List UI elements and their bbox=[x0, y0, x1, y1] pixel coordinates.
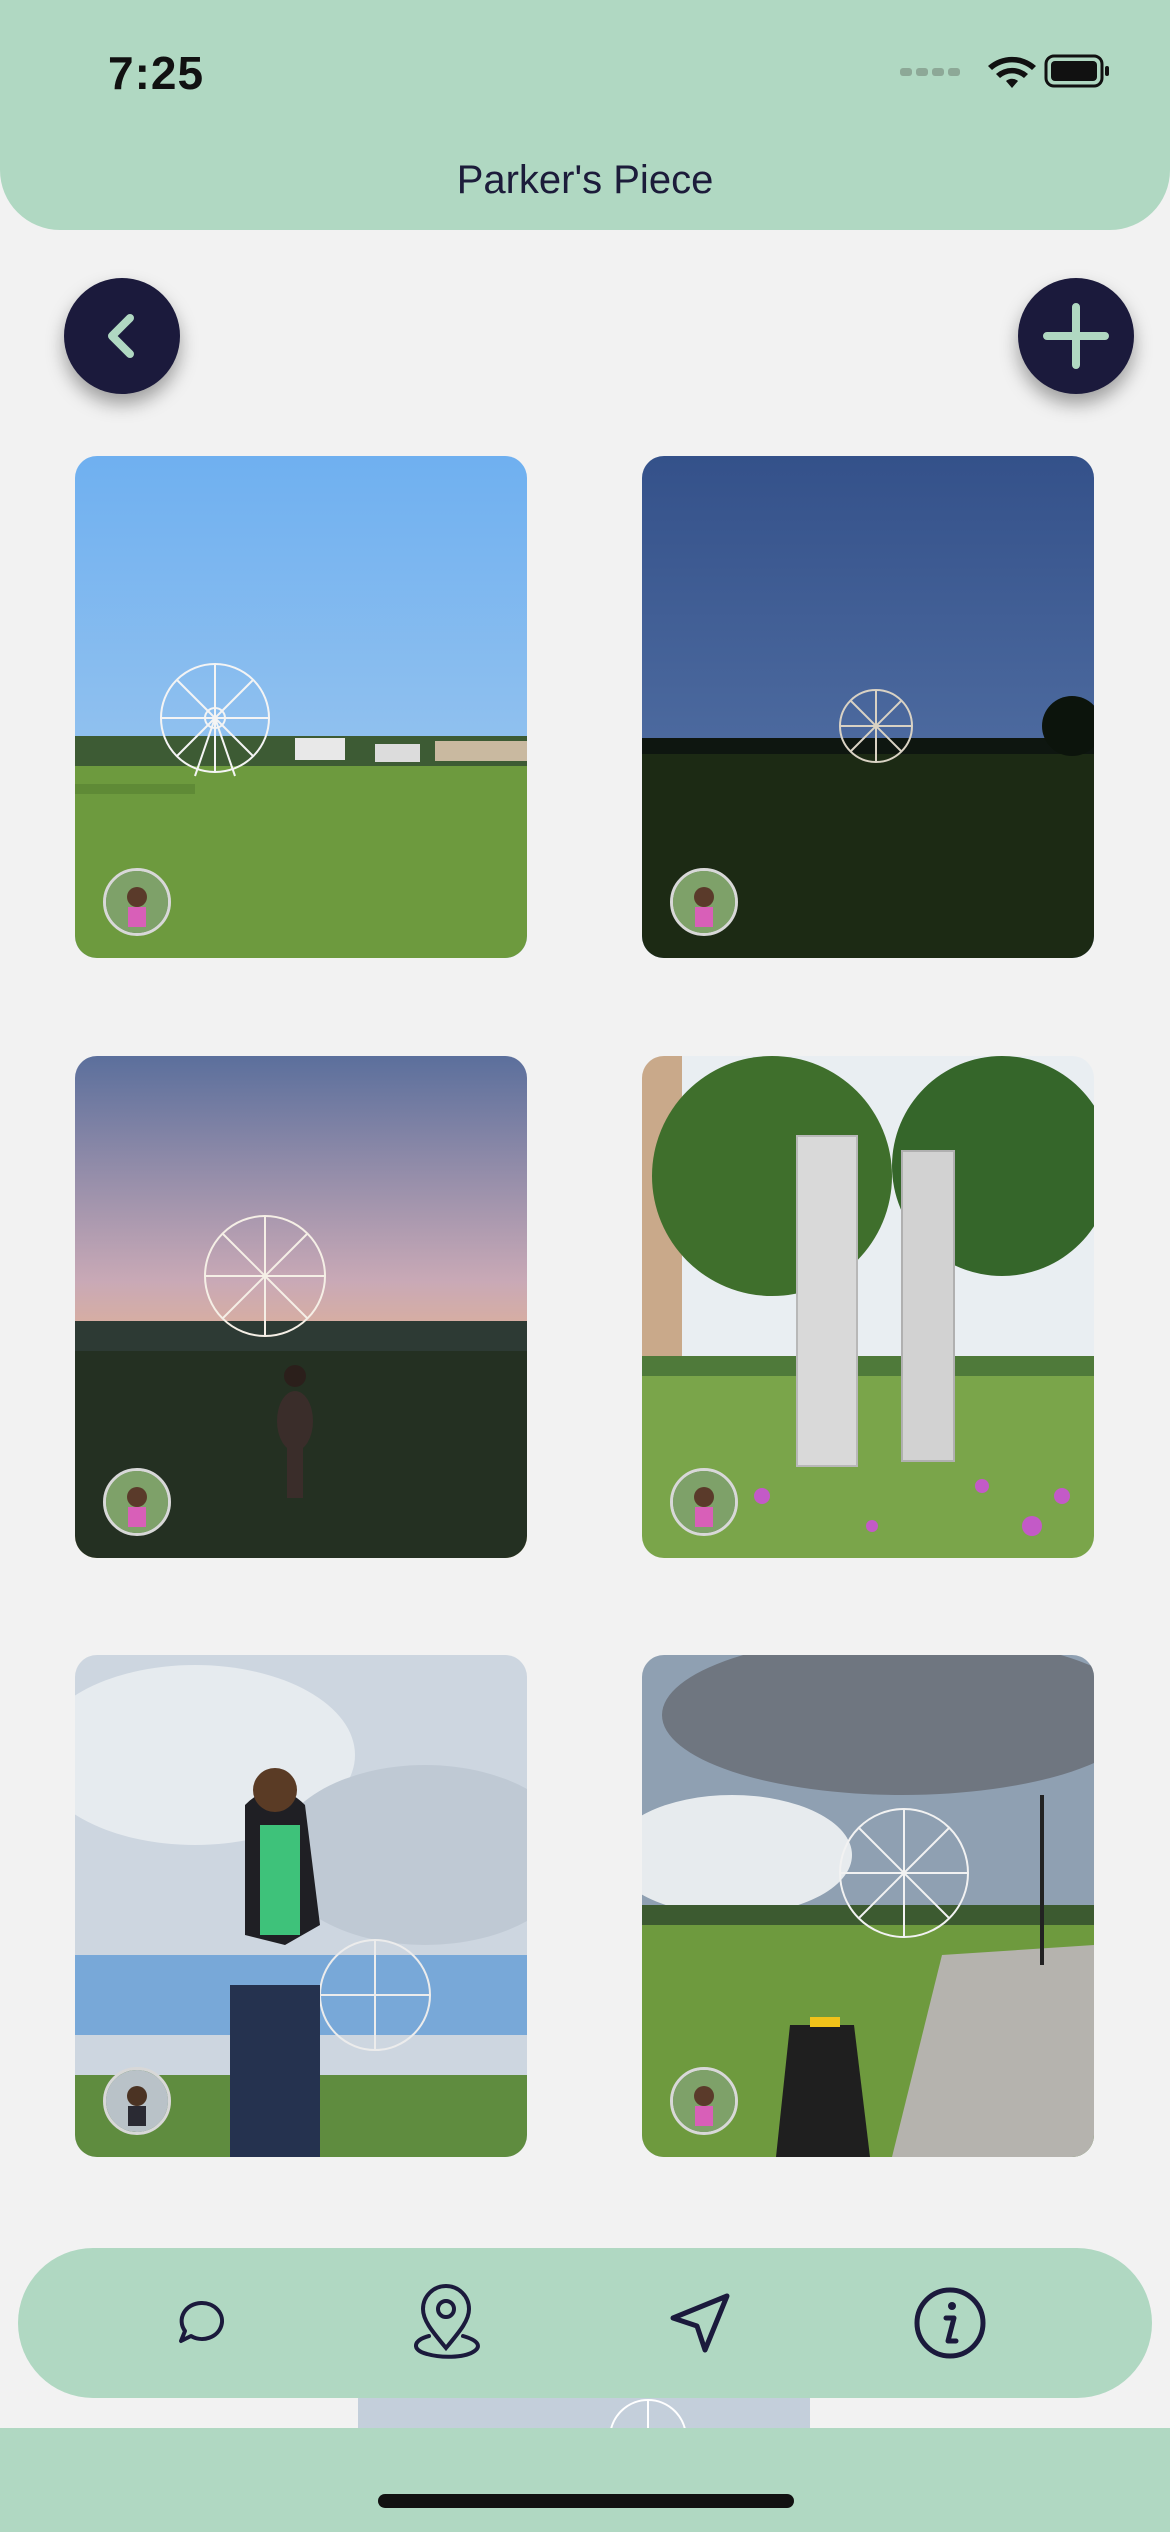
photo-card-peek[interactable] bbox=[358, 2398, 810, 2430]
status-time: 7:25 bbox=[108, 47, 205, 99]
add-photo-button[interactable] bbox=[1018, 278, 1134, 394]
status-icons bbox=[900, 54, 1109, 88]
navigation-arrow-icon bbox=[670, 2293, 730, 2353]
tab-bar bbox=[18, 2248, 1152, 2398]
user-avatar[interactable] bbox=[670, 868, 738, 936]
wifi-icon bbox=[988, 56, 1036, 88]
tab-chat[interactable] bbox=[151, 2273, 251, 2373]
home-indicator[interactable] bbox=[378, 2494, 794, 2508]
chat-bubble-icon bbox=[179, 2300, 225, 2343]
plus-icon bbox=[1043, 303, 1109, 369]
photo-card[interactable] bbox=[642, 1056, 1094, 1558]
bottom-safe-area bbox=[0, 2428, 1170, 2532]
photo-card[interactable] bbox=[642, 456, 1094, 958]
battery-icon bbox=[1044, 54, 1109, 88]
tab-info[interactable] bbox=[900, 2273, 1000, 2373]
tab-map[interactable] bbox=[396, 2273, 496, 2373]
photo-card[interactable] bbox=[75, 1655, 527, 2157]
user-avatar[interactable] bbox=[103, 2067, 171, 2135]
back-button[interactable] bbox=[64, 278, 180, 394]
header: 7:25 Parker's Piece bbox=[0, 0, 1170, 230]
photo-peek bbox=[358, 2398, 810, 2430]
user-avatar[interactable] bbox=[670, 2067, 738, 2135]
page-title: Parker's Piece bbox=[456, 158, 714, 202]
cellular-signal-icon bbox=[900, 68, 960, 76]
chevron-left-icon bbox=[108, 314, 134, 358]
tab-navigate[interactable] bbox=[650, 2273, 750, 2373]
info-icon bbox=[914, 2287, 986, 2359]
user-avatar[interactable] bbox=[103, 868, 171, 936]
photo-card[interactable] bbox=[642, 1655, 1094, 2157]
photo-card[interactable] bbox=[75, 1056, 527, 1558]
user-avatar[interactable] bbox=[103, 1468, 171, 1536]
user-avatar[interactable] bbox=[670, 1468, 738, 1536]
photo-card[interactable] bbox=[75, 456, 527, 958]
map-pin-icon bbox=[414, 2284, 480, 2359]
